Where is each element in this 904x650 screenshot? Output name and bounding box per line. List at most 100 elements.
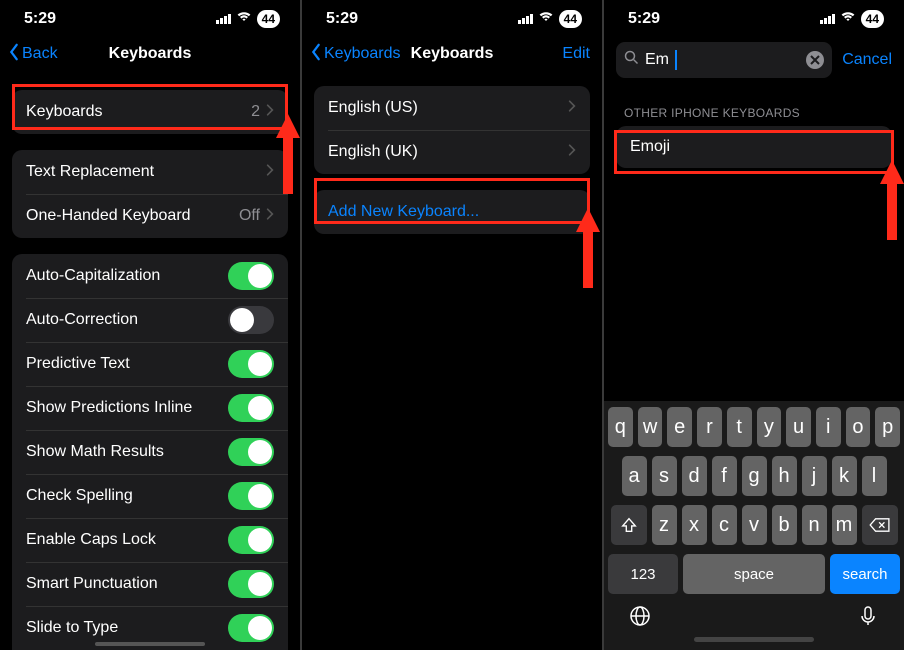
key-f[interactable]: f [712,456,737,496]
chevron-right-icon [266,103,274,121]
toggle-row[interactable]: Show Math Results [12,430,288,474]
home-indicator [694,637,814,642]
row-label: Enable Caps Lock [26,531,156,549]
key-x[interactable]: x [682,505,707,545]
nav-bar: Back Keyboards [0,34,300,74]
toggle-row[interactable]: Enable Caps Lock [12,518,288,562]
keyboard-row: zxcvbnm [608,505,900,545]
text-replacement-row[interactable]: Text Replacement [12,150,288,194]
key-z[interactable]: z [652,505,677,545]
back-button[interactable]: Keyboards [310,43,401,66]
key-q[interactable]: q [608,407,633,447]
key-e[interactable]: e [667,407,692,447]
key-a[interactable]: a [622,456,647,496]
space-key[interactable]: space [683,554,825,594]
key-h[interactable]: h [772,456,797,496]
key-s[interactable]: s [652,456,677,496]
nav-title: Keyboards [411,45,494,63]
add-new-keyboard-row[interactable]: Add New Keyboard... [314,190,590,234]
toggle-row[interactable]: Auto-Capitalization [12,254,288,298]
keyboard-row: qwertyuiop [608,407,900,447]
backspace-key[interactable] [862,505,898,545]
key-p[interactable]: p [875,407,900,447]
one-handed-row[interactable]: One-Handed Keyboard Off [12,194,288,238]
row-label: Smart Punctuation [26,575,158,593]
search-field[interactable]: Em [616,42,832,78]
status-time: 5:29 [24,10,56,28]
keyboard-row: asdfghjkl [608,456,900,496]
keyboards-row[interactable]: Keyboards 2 [12,90,288,134]
row-label: Slide to Type [26,619,118,637]
toggle-switch[interactable] [228,438,274,466]
key-l[interactable]: l [862,456,887,496]
wifi-icon [840,10,856,28]
search-bar: Em Cancel [604,34,904,86]
key-t[interactable]: t [727,407,752,447]
row-value: 2 [251,103,260,121]
keyboard-bottom [608,598,900,633]
chevron-right-icon [568,143,576,161]
key-i[interactable]: i [816,407,841,447]
content[interactable]: English (US) English (UK) Add New Keyboa… [302,74,602,650]
toggle-switch[interactable] [228,394,274,422]
toggle-row[interactable]: Predictive Text [12,342,288,386]
key-v[interactable]: v [742,505,767,545]
key-y[interactable]: y [757,407,782,447]
key-w[interactable]: w [638,407,663,447]
annotation-arrow [880,160,904,245]
globe-icon[interactable] [628,604,652,633]
toggle-row[interactable]: Check Spelling [12,474,288,518]
key-n[interactable]: n [802,505,827,545]
home-indicator [95,642,205,646]
cancel-button[interactable]: Cancel [842,51,892,69]
status-time: 5:29 [326,10,358,28]
key-r[interactable]: r [697,407,722,447]
toggle-switch[interactable] [228,482,274,510]
key-j[interactable]: j [802,456,827,496]
key-k[interactable]: k [832,456,857,496]
toggle-switch[interactable] [228,570,274,598]
edit-button[interactable]: Edit [562,45,590,63]
key-u[interactable]: u [786,407,811,447]
battery-icon: 44 [559,10,582,28]
cellular-icon [216,14,231,24]
search-icon [624,50,639,70]
toggle-row[interactable]: Smart Punctuation [12,562,288,606]
text-cursor [675,50,677,70]
key-c[interactable]: c [712,505,737,545]
language-row[interactable]: English (US) [314,86,590,130]
numbers-key[interactable]: 123 [608,554,678,594]
toggle-switch[interactable] [228,350,274,378]
status-bar: 5:29 44 [604,0,904,34]
group-keyboards: Keyboards 2 [12,90,288,134]
toggle-switch[interactable] [228,306,274,334]
row-label: Auto-Capitalization [26,267,160,285]
clear-button[interactable] [806,51,824,69]
row-label: Add New Keyboard... [328,203,479,221]
search-key[interactable]: search [830,554,900,594]
toggle-switch[interactable] [228,614,274,642]
row-label: Predictive Text [26,355,130,373]
language-row[interactable]: English (UK) [314,130,590,174]
search-result-emoji[interactable]: Emoji [616,126,892,168]
toggle-switch[interactable] [228,262,274,290]
key-m[interactable]: m [832,505,857,545]
toggle-row[interactable]: Auto-Correction [12,298,288,342]
back-label: Keyboards [324,45,401,63]
wifi-icon [538,10,554,28]
search-value: Em [645,51,669,69]
cellular-icon [518,14,533,24]
key-b[interactable]: b [772,505,797,545]
key-o[interactable]: o [846,407,871,447]
key-g[interactable]: g [742,456,767,496]
row-label: Show Predictions Inline [26,399,192,417]
row-label: English (US) [328,99,418,117]
toggle-row[interactable]: Show Predictions Inline [12,386,288,430]
status-right: 44 [216,10,280,28]
mic-icon[interactable] [856,604,880,633]
content[interactable]: Keyboards 2 Text Replacement One-Handed … [0,74,300,650]
toggle-switch[interactable] [228,526,274,554]
shift-key[interactable] [611,505,647,545]
key-d[interactable]: d [682,456,707,496]
back-button[interactable]: Back [8,43,58,66]
